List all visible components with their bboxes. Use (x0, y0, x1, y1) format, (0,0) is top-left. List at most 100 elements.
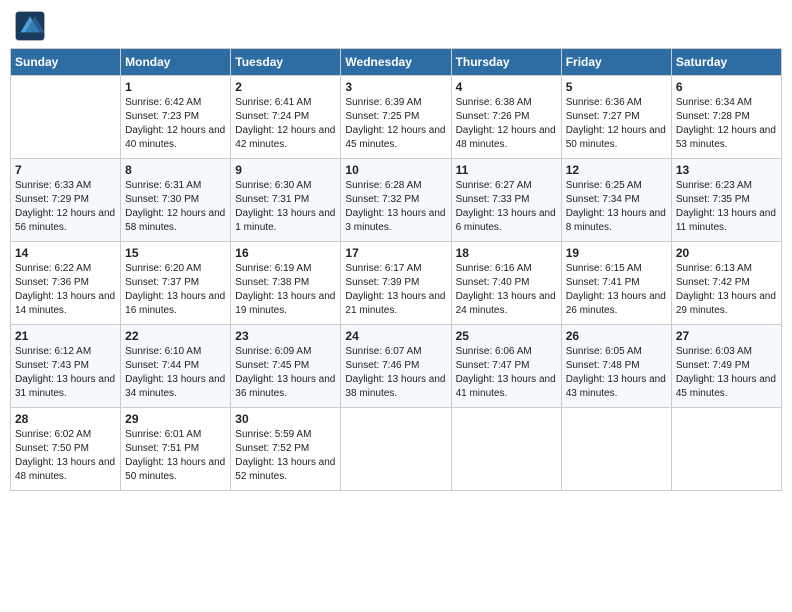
calendar-cell: 20 Sunrise: 6:13 AMSunset: 7:42 PMDaylig… (671, 242, 781, 325)
calendar-cell: 13 Sunrise: 6:23 AMSunset: 7:35 PMDaylig… (671, 159, 781, 242)
calendar-cell: 30 Sunrise: 5:59 AMSunset: 7:52 PMDaylig… (231, 408, 341, 491)
calendar-cell: 8 Sunrise: 6:31 AMSunset: 7:30 PMDayligh… (121, 159, 231, 242)
weekday-header-saturday: Saturday (671, 49, 781, 76)
calendar-cell: 25 Sunrise: 6:06 AMSunset: 7:47 PMDaylig… (451, 325, 561, 408)
day-info: Sunrise: 6:27 AMSunset: 7:33 PMDaylight:… (456, 179, 557, 235)
day-info: Sunrise: 6:22 AMSunset: 7:36 PMDaylight:… (15, 262, 116, 318)
day-info: Sunrise: 6:07 AMSunset: 7:46 PMDaylight:… (345, 345, 446, 401)
calendar-cell: 19 Sunrise: 6:15 AMSunset: 7:41 PMDaylig… (561, 242, 671, 325)
logo (14, 10, 50, 42)
day-info: Sunrise: 5:59 AMSunset: 7:52 PMDaylight:… (235, 428, 336, 484)
day-info: Sunrise: 6:16 AMSunset: 7:40 PMDaylight:… (456, 262, 557, 318)
day-info: Sunrise: 6:41 AMSunset: 7:24 PMDaylight:… (235, 96, 336, 152)
weekday-header-wednesday: Wednesday (341, 49, 451, 76)
day-number: 13 (676, 163, 777, 177)
day-number: 18 (456, 246, 557, 260)
calendar-cell: 14 Sunrise: 6:22 AMSunset: 7:36 PMDaylig… (11, 242, 121, 325)
calendar-cell: 22 Sunrise: 6:10 AMSunset: 7:44 PMDaylig… (121, 325, 231, 408)
day-info: Sunrise: 6:10 AMSunset: 7:44 PMDaylight:… (125, 345, 226, 401)
calendar-cell: 6 Sunrise: 6:34 AMSunset: 7:28 PMDayligh… (671, 76, 781, 159)
calendar-cell: 12 Sunrise: 6:25 AMSunset: 7:34 PMDaylig… (561, 159, 671, 242)
calendar-cell (561, 408, 671, 491)
day-number: 30 (235, 412, 336, 426)
calendar-cell: 2 Sunrise: 6:41 AMSunset: 7:24 PMDayligh… (231, 76, 341, 159)
day-number: 2 (235, 80, 336, 94)
day-number: 27 (676, 329, 777, 343)
weekday-header-thursday: Thursday (451, 49, 561, 76)
day-info: Sunrise: 6:02 AMSunset: 7:50 PMDaylight:… (15, 428, 116, 484)
day-number: 20 (676, 246, 777, 260)
weekday-header-monday: Monday (121, 49, 231, 76)
weekday-header-sunday: Sunday (11, 49, 121, 76)
day-info: Sunrise: 6:28 AMSunset: 7:32 PMDaylight:… (345, 179, 446, 235)
day-number: 8 (125, 163, 226, 177)
day-info: Sunrise: 6:25 AMSunset: 7:34 PMDaylight:… (566, 179, 667, 235)
calendar-cell: 16 Sunrise: 6:19 AMSunset: 7:38 PMDaylig… (231, 242, 341, 325)
day-info: Sunrise: 6:31 AMSunset: 7:30 PMDaylight:… (125, 179, 226, 235)
calendar-cell (451, 408, 561, 491)
day-number: 14 (15, 246, 116, 260)
day-info: Sunrise: 6:12 AMSunset: 7:43 PMDaylight:… (15, 345, 116, 401)
calendar-cell: 11 Sunrise: 6:27 AMSunset: 7:33 PMDaylig… (451, 159, 561, 242)
calendar-cell: 23 Sunrise: 6:09 AMSunset: 7:45 PMDaylig… (231, 325, 341, 408)
day-number: 12 (566, 163, 667, 177)
calendar-cell: 17 Sunrise: 6:17 AMSunset: 7:39 PMDaylig… (341, 242, 451, 325)
day-number: 11 (456, 163, 557, 177)
day-number: 1 (125, 80, 226, 94)
day-info: Sunrise: 6:38 AMSunset: 7:26 PMDaylight:… (456, 96, 557, 152)
calendar-cell: 10 Sunrise: 6:28 AMSunset: 7:32 PMDaylig… (341, 159, 451, 242)
page-header (10, 10, 782, 42)
day-info: Sunrise: 6:42 AMSunset: 7:23 PMDaylight:… (125, 96, 226, 152)
day-number: 26 (566, 329, 667, 343)
day-info: Sunrise: 6:09 AMSunset: 7:45 PMDaylight:… (235, 345, 336, 401)
day-info: Sunrise: 6:19 AMSunset: 7:38 PMDaylight:… (235, 262, 336, 318)
day-info: Sunrise: 6:30 AMSunset: 7:31 PMDaylight:… (235, 179, 336, 235)
day-info: Sunrise: 6:13 AMSunset: 7:42 PMDaylight:… (676, 262, 777, 318)
day-number: 7 (15, 163, 116, 177)
day-info: Sunrise: 6:03 AMSunset: 7:49 PMDaylight:… (676, 345, 777, 401)
day-info: Sunrise: 6:06 AMSunset: 7:47 PMDaylight:… (456, 345, 557, 401)
calendar-table: SundayMondayTuesdayWednesdayThursdayFrid… (10, 48, 782, 491)
calendar-cell (341, 408, 451, 491)
calendar-cell (11, 76, 121, 159)
calendar-cell: 24 Sunrise: 6:07 AMSunset: 7:46 PMDaylig… (341, 325, 451, 408)
logo-icon (14, 10, 46, 42)
day-number: 22 (125, 329, 226, 343)
day-number: 10 (345, 163, 446, 177)
day-info: Sunrise: 6:01 AMSunset: 7:51 PMDaylight:… (125, 428, 226, 484)
day-number: 17 (345, 246, 446, 260)
day-info: Sunrise: 6:15 AMSunset: 7:41 PMDaylight:… (566, 262, 667, 318)
day-number: 4 (456, 80, 557, 94)
day-number: 24 (345, 329, 446, 343)
day-info: Sunrise: 6:05 AMSunset: 7:48 PMDaylight:… (566, 345, 667, 401)
day-number: 29 (125, 412, 226, 426)
day-info: Sunrise: 6:33 AMSunset: 7:29 PMDaylight:… (15, 179, 116, 235)
day-info: Sunrise: 6:39 AMSunset: 7:25 PMDaylight:… (345, 96, 446, 152)
calendar-cell: 29 Sunrise: 6:01 AMSunset: 7:51 PMDaylig… (121, 408, 231, 491)
calendar-cell: 7 Sunrise: 6:33 AMSunset: 7:29 PMDayligh… (11, 159, 121, 242)
calendar-cell: 4 Sunrise: 6:38 AMSunset: 7:26 PMDayligh… (451, 76, 561, 159)
day-number: 3 (345, 80, 446, 94)
day-number: 6 (676, 80, 777, 94)
calendar-cell: 21 Sunrise: 6:12 AMSunset: 7:43 PMDaylig… (11, 325, 121, 408)
day-number: 19 (566, 246, 667, 260)
day-info: Sunrise: 6:17 AMSunset: 7:39 PMDaylight:… (345, 262, 446, 318)
weekday-header-tuesday: Tuesday (231, 49, 341, 76)
calendar-cell: 28 Sunrise: 6:02 AMSunset: 7:50 PMDaylig… (11, 408, 121, 491)
calendar-cell: 27 Sunrise: 6:03 AMSunset: 7:49 PMDaylig… (671, 325, 781, 408)
day-info: Sunrise: 6:23 AMSunset: 7:35 PMDaylight:… (676, 179, 777, 235)
day-number: 16 (235, 246, 336, 260)
day-number: 9 (235, 163, 336, 177)
calendar-cell: 3 Sunrise: 6:39 AMSunset: 7:25 PMDayligh… (341, 76, 451, 159)
day-info: Sunrise: 6:20 AMSunset: 7:37 PMDaylight:… (125, 262, 226, 318)
calendar-cell: 9 Sunrise: 6:30 AMSunset: 7:31 PMDayligh… (231, 159, 341, 242)
day-number: 23 (235, 329, 336, 343)
day-number: 28 (15, 412, 116, 426)
day-number: 25 (456, 329, 557, 343)
weekday-header-friday: Friday (561, 49, 671, 76)
calendar-cell: 1 Sunrise: 6:42 AMSunset: 7:23 PMDayligh… (121, 76, 231, 159)
day-info: Sunrise: 6:36 AMSunset: 7:27 PMDaylight:… (566, 96, 667, 152)
calendar-cell: 15 Sunrise: 6:20 AMSunset: 7:37 PMDaylig… (121, 242, 231, 325)
day-number: 21 (15, 329, 116, 343)
calendar-cell: 5 Sunrise: 6:36 AMSunset: 7:27 PMDayligh… (561, 76, 671, 159)
